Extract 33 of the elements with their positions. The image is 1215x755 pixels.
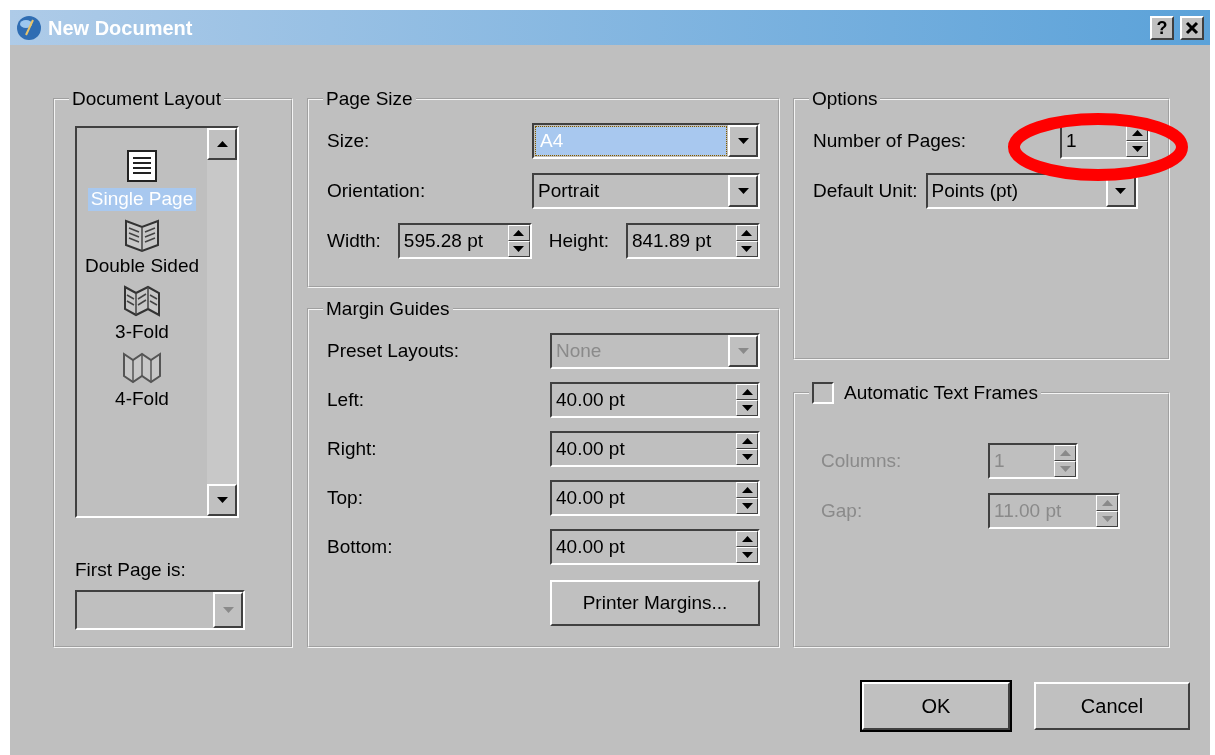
field-label: Bottom: (327, 535, 393, 560)
spin-field[interactable]: 40.00 pt (550, 480, 760, 517)
dropdown[interactable]: Points (pt) (925, 172, 1138, 209)
dialog-button[interactable]: Cancel (1034, 682, 1190, 730)
list-item[interactable]: 4-Fold (112, 388, 172, 412)
list-item[interactable]: 3-Fold (112, 321, 172, 345)
field-label: Height: (548, 228, 609, 253)
dropdown[interactable]: Portrait (532, 172, 760, 209)
field-label: Left: (327, 388, 364, 413)
group-title: Margin Guides (325, 299, 451, 320)
spin-field[interactable]: 40.00 pt (550, 431, 760, 468)
spin-field[interactable]: 40.00 pt (550, 529, 760, 566)
spin-field[interactable]: 40.00 pt (550, 382, 760, 419)
group-title: Page Size (325, 89, 414, 110)
window-title: New Document (48, 15, 193, 41)
help-button[interactable]: ? (1150, 15, 1174, 40)
spin-field[interactable]: 841.89 pt (625, 222, 760, 259)
spin-field[interactable]: 595.28 pt (397, 222, 532, 259)
field-label: Top: (327, 486, 363, 511)
checkbox-label: Automatic Text Frames (844, 382, 1038, 404)
field-label: Preset Layouts: (327, 338, 460, 363)
field-label: Size: (327, 128, 370, 153)
field-label: Width: (327, 228, 381, 253)
field-label: Number of Pages: (813, 128, 967, 153)
list-item[interactable]: Double Sided (81, 254, 203, 278)
field-label: Orientation: (327, 178, 426, 203)
group-title: Document Layout (71, 89, 222, 110)
group-title: Options (811, 89, 879, 110)
printer-margins-button[interactable]: Printer Margins... (550, 579, 760, 626)
field-label: First Page is: (75, 557, 187, 582)
field-label: Default Unit: (813, 178, 918, 203)
field-label: Right: (327, 437, 377, 462)
dialog-button[interactable]: OK (862, 682, 1010, 730)
